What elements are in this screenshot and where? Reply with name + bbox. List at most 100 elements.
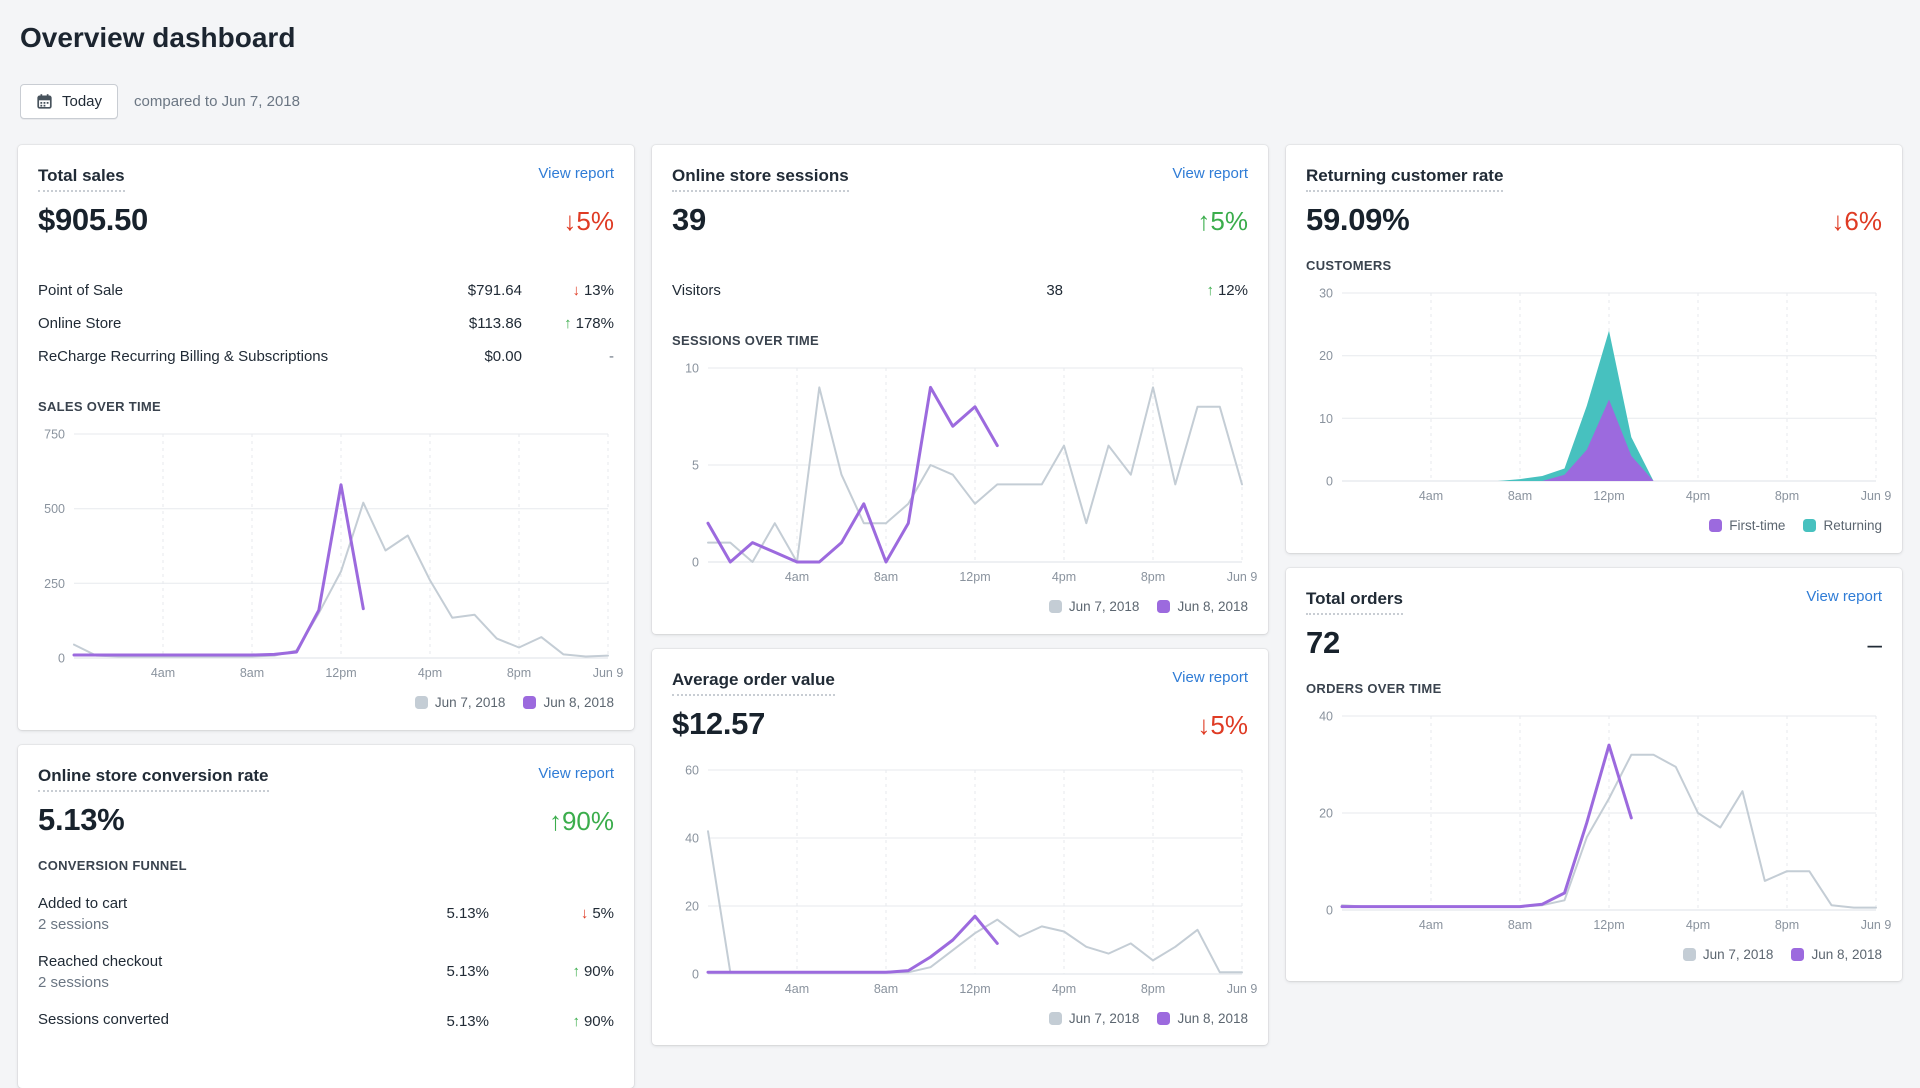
funnel-row: Added to cart 2 sessions 5.13% ↓5% — [38, 885, 614, 943]
svg-text:Jun 9: Jun 9 — [1227, 570, 1258, 584]
trend-arrow-icon: ↑ — [564, 315, 572, 332]
legend-item: Returning — [1803, 519, 1882, 533]
table-row: Visitors 38 ↑12% — [672, 274, 1248, 307]
channel-change: ↑178% — [522, 315, 614, 332]
view-report-link-sessions[interactable]: View report — [1172, 165, 1248, 182]
trend-arrow-icon: ↓ — [572, 282, 580, 299]
view-report-link-conversion[interactable]: View report — [538, 765, 614, 782]
page-title: Overview dashboard — [20, 22, 1900, 54]
legend-swatch — [1157, 1012, 1170, 1025]
aov-change: ↓5% — [1197, 710, 1248, 741]
svg-text:12pm: 12pm — [1593, 489, 1624, 503]
legend-swatch — [1803, 519, 1816, 532]
orders-over-time-chart: 020404am8am12pm4pm8pmJun 9 — [1306, 708, 1882, 936]
chart-legend: First-timeReturning — [1306, 519, 1882, 533]
svg-text:10: 10 — [1319, 412, 1333, 426]
svg-text:4am: 4am — [785, 570, 809, 584]
column-1: Total sales View report $905.50 ↓5% Poin… — [18, 145, 634, 1088]
legend-swatch — [523, 696, 536, 709]
average-order-value-card: Average order value View report $12.57 ↓… — [652, 649, 1268, 1046]
svg-text:12pm: 12pm — [325, 666, 356, 680]
legend-label: Jun 8, 2018 — [1811, 948, 1882, 962]
legend-label: Jun 8, 2018 — [1177, 600, 1248, 614]
channel-value: $791.64 — [468, 282, 522, 299]
funnel-row: Reached checkout 2 sessions 5.13% ↑90% — [38, 943, 614, 1001]
table-row: Online Store $113.86 ↑178% — [38, 307, 614, 340]
compared-to-text: compared to Jun 7, 2018 — [134, 93, 300, 110]
svg-text:30: 30 — [1319, 287, 1333, 301]
funnel-row: Sessions converted 5.13% ↑90% — [38, 1001, 614, 1042]
date-controls: Today compared to Jun 7, 2018 — [20, 84, 1900, 119]
view-report-link-aov[interactable]: View report — [1172, 669, 1248, 686]
legend-item: Jun 8, 2018 — [1157, 1012, 1248, 1026]
dashboard-grid: Total sales View report $905.50 ↓5% Poin… — [18, 145, 1902, 1088]
date-range-button[interactable]: Today — [20, 84, 118, 119]
returning-rate-value: 59.09% — [1306, 202, 1409, 238]
channel-value: $0.00 — [484, 348, 522, 365]
sales-over-time-chart: 02505007504am8am12pm4pm8pmJun 9 — [38, 426, 614, 684]
conversion-rate-value: 5.13% — [38, 802, 124, 838]
view-report-link-orders[interactable]: View report — [1806, 588, 1882, 605]
svg-text:750: 750 — [44, 428, 65, 442]
svg-text:4pm: 4pm — [1686, 918, 1710, 932]
card-title-sessions[interactable]: Online store sessions — [672, 165, 849, 192]
channel-change: ↓13% — [522, 282, 614, 299]
trend-arrow-icon: ↑ — [572, 1013, 580, 1030]
svg-text:4pm: 4pm — [418, 666, 442, 680]
funnel-step-value: 5.13% — [446, 1013, 489, 1030]
legend-swatch — [1157, 600, 1170, 613]
legend-swatch — [1683, 948, 1696, 961]
legend-item: Jun 7, 2018 — [1049, 600, 1140, 614]
legend-item: Jun 7, 2018 — [415, 696, 506, 710]
legend-label: Jun 7, 2018 — [1069, 1012, 1140, 1026]
card-title-returning-rate[interactable]: Returning customer rate — [1306, 165, 1503, 192]
channel-label: Point of Sale — [38, 282, 468, 299]
legend-swatch — [1791, 948, 1804, 961]
svg-text:Jun 9: Jun 9 — [1861, 489, 1892, 503]
card-title-total-orders[interactable]: Total orders — [1306, 588, 1403, 615]
total-sales-card: Total sales View report $905.50 ↓5% Poin… — [18, 145, 634, 730]
conversion-rate-card: Online store conversion rate View report… — [18, 745, 634, 1088]
svg-text:12pm: 12pm — [959, 570, 990, 584]
total-orders-card: Total orders View report 72 – ORDERS OVE… — [1286, 568, 1902, 982]
svg-text:0: 0 — [692, 556, 699, 570]
funnel-step: Added to cart 2 sessions — [38, 895, 446, 933]
total-sales-value: $905.50 — [38, 202, 148, 238]
svg-text:8am: 8am — [240, 666, 264, 680]
funnel-step-change: ↓5% — [489, 905, 614, 922]
legend-label: Jun 7, 2018 — [435, 696, 506, 710]
svg-text:250: 250 — [44, 577, 65, 591]
card-title-total-sales[interactable]: Total sales — [38, 165, 125, 192]
chart-legend: Jun 7, 2018 Jun 8, 2018 — [1306, 948, 1882, 962]
legend-item: Jun 8, 2018 — [1157, 600, 1248, 614]
legend-item: Jun 8, 2018 — [1791, 948, 1882, 962]
svg-text:8am: 8am — [1508, 489, 1532, 503]
visitors-change: ↑12% — [1063, 282, 1248, 299]
column-2: Online store sessions View report 39 ↑5%… — [652, 145, 1268, 1045]
total-sales-change: ↓5% — [563, 206, 614, 237]
card-title-aov[interactable]: Average order value — [672, 669, 835, 696]
section-label-conversion-funnel: CONVERSION FUNNEL — [38, 858, 614, 873]
channel-label: Online Store — [38, 315, 469, 332]
legend-swatch — [1049, 600, 1062, 613]
calendar-icon — [36, 93, 53, 110]
view-report-link-total-sales[interactable]: View report — [538, 165, 614, 182]
total-orders-change: – — [1868, 629, 1882, 660]
svg-text:Jun 9: Jun 9 — [1227, 982, 1258, 996]
svg-text:8pm: 8pm — [1775, 918, 1799, 932]
svg-text:8am: 8am — [874, 570, 898, 584]
column-3: Returning customer rate 59.09% ↓6% CUSTO… — [1286, 145, 1902, 981]
svg-text:0: 0 — [692, 967, 699, 981]
channel-change: - — [522, 348, 614, 365]
svg-text:4pm: 4pm — [1052, 982, 1076, 996]
returning-customer-rate-card: Returning customer rate 59.09% ↓6% CUSTO… — [1286, 145, 1902, 553]
sessions-over-time-chart: 05104am8am12pm4pm8pmJun 9 — [672, 360, 1248, 588]
legend-label: Jun 7, 2018 — [1703, 948, 1774, 962]
legend-swatch — [415, 696, 428, 709]
svg-text:20: 20 — [685, 899, 699, 913]
conversion-rate-change: ↑90% — [549, 806, 614, 837]
visitors-rows: Visitors 38 ↑12% — [672, 274, 1248, 307]
card-title-conversion-rate[interactable]: Online store conversion rate — [38, 765, 269, 792]
table-row: ReCharge Recurring Billing & Subscriptio… — [38, 340, 614, 373]
funnel-step-change: ↑90% — [489, 1013, 614, 1030]
